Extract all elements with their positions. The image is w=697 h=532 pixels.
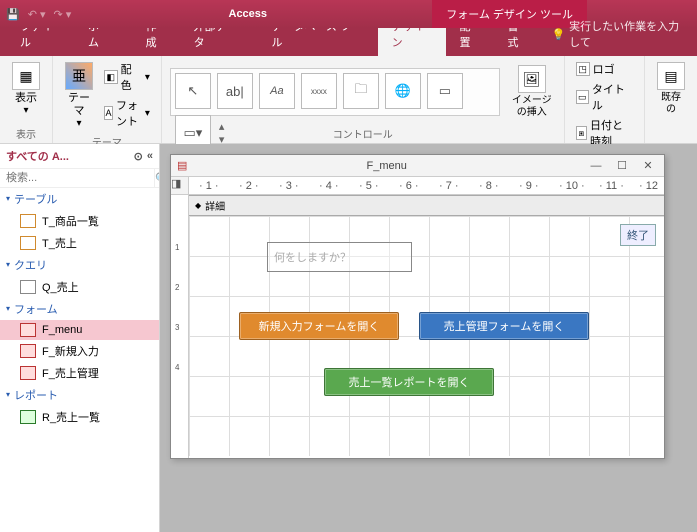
logo-button[interactable]: ◳ロゴ	[573, 60, 636, 78]
tab-icon[interactable]: 🗀	[343, 73, 379, 109]
ruler-corner[interactable]: ◨	[171, 177, 189, 195]
nav-item[interactable]: F_新規入力	[0, 340, 159, 362]
form-titlebar[interactable]: ▤ F_menu — ☐ ✕	[171, 155, 664, 177]
group-theme: 亜 テーマ▾ ◧配色 ▾ Aフォント ▾ テーマ	[53, 56, 162, 143]
chevron-down-icon[interactable]: «	[147, 150, 153, 163]
search-input[interactable]	[0, 169, 154, 187]
ribbon-tabs: ファイル ホーム 作成 外部データ データベース ツール デザイン 配置 書式 …	[0, 28, 697, 56]
view-button[interactable]: ▦ 表示▾	[8, 60, 44, 119]
close-button[interactable]: ✕	[638, 159, 658, 172]
nav-search: 🔍	[0, 169, 159, 188]
view-icon: ▦	[12, 62, 40, 90]
textbox-icon[interactable]: ab|	[217, 73, 253, 109]
ribbon: ▦ 表示▾ 表示 亜 テーマ▾ ◧配色 ▾ Aフォント ▾ テーマ ↖ ab| …	[0, 56, 697, 144]
form-title: F_menu	[193, 160, 580, 172]
nav-header[interactable]: すべての A... ⊙ «	[0, 144, 159, 169]
h-ruler: ◨ · 1 ·· 2 ·· 3 ·· 4 ·· 5 ·· 6 ·· 7 ·· 8…	[171, 177, 664, 195]
nav-item[interactable]: T_商品一覧	[0, 210, 159, 232]
tell-me[interactable]: 💡実行したい作業を入力して	[541, 12, 697, 56]
design-surface[interactable]: 詳細 何をしますか？ 終了 新規入力フォームを開く 売上管理フォームを開く 売上…	[189, 195, 664, 458]
link-icon[interactable]: 🌐	[385, 73, 421, 109]
nav-item[interactable]: R_売上一覧	[0, 406, 159, 428]
fonts-button[interactable]: Aフォント ▾	[101, 96, 153, 130]
button-icon[interactable]: xxxx	[301, 73, 337, 109]
image-icon: 🖼	[518, 65, 546, 93]
redo-icon[interactable]: ↷ ▾	[54, 8, 72, 21]
nav-group-forms[interactable]: フォーム	[0, 298, 159, 320]
nav-icon[interactable]: ▭	[427, 73, 463, 109]
form-icon: ▤	[177, 159, 187, 172]
form-icon	[20, 323, 36, 337]
workspace: すべての A... ⊙ « 🔍 テーブル T_商品一覧 T_売上 クエリ Q_売…	[0, 144, 697, 532]
title-button[interactable]: ▭タイトル	[573, 80, 636, 114]
nav-group-tables[interactable]: テーブル	[0, 188, 159, 210]
nav-group-reports[interactable]: レポート	[0, 384, 159, 406]
open-sales-mgmt-button[interactable]: 売上管理フォームを開く	[419, 312, 589, 340]
undo-icon[interactable]: ↶ ▾	[28, 8, 46, 21]
nav-item[interactable]: T_売上	[0, 232, 159, 254]
report-icon	[20, 410, 36, 424]
detail-grid[interactable]: 何をしますか？ 終了 新規入力フォームを開く 売上管理フォームを開く 売上一覧レ…	[189, 216, 664, 456]
v-ruler: 1234	[171, 195, 189, 458]
group-view: ▦ 表示▾ 表示	[0, 56, 53, 143]
exit-button[interactable]: 終了	[620, 224, 656, 246]
design-canvas: ▤ F_menu — ☐ ✕ ◨ · 1 ·· 2 ·· 3 ·· 4 ·· 5…	[160, 144, 697, 532]
existing-fields-button[interactable]: ▤ 既存の	[653, 60, 689, 118]
nav-item[interactable]: F_売上管理	[0, 362, 159, 384]
controls-gallery[interactable]: ↖ ab| Aa xxxx 🗀 🌐 ▭ ▭▾ ▴▾	[170, 68, 500, 116]
group-tools: ▤ 既存の	[645, 56, 697, 143]
select-tool-icon[interactable]: ↖	[175, 73, 211, 109]
save-icon[interactable]: 💾	[6, 8, 20, 21]
logo-icon: ◳	[576, 62, 590, 76]
prompt-label[interactable]: 何をしますか？	[267, 242, 412, 272]
theme-button[interactable]: 亜 テーマ▾	[61, 60, 97, 132]
date-icon: ⧆	[576, 126, 587, 140]
form-icon	[20, 344, 36, 358]
form-icon	[20, 366, 36, 380]
theme-icon: 亜	[65, 62, 93, 90]
fields-icon: ▤	[657, 62, 685, 90]
insert-image-button[interactable]: 🖼 イメージ の挿入	[508, 63, 556, 121]
palette-icon: ◧	[104, 70, 118, 84]
table-icon	[20, 214, 36, 228]
open-new-input-button[interactable]: 新規入力フォームを開く	[239, 312, 399, 340]
label-icon[interactable]: Aa	[259, 73, 295, 109]
form-window: ▤ F_menu — ☐ ✕ ◨ · 1 ·· 2 ·· 3 ·· 4 ·· 5…	[170, 154, 665, 459]
section-header-detail[interactable]: 詳細	[189, 195, 664, 216]
minimize-button[interactable]: —	[586, 160, 606, 172]
colors-button[interactable]: ◧配色 ▾	[101, 60, 153, 94]
font-icon: A	[104, 106, 113, 120]
bulb-icon: 💡	[551, 28, 565, 41]
nav-pane: すべての A... ⊙ « 🔍 テーブル T_商品一覧 T_売上 クエリ Q_売…	[0, 144, 160, 532]
open-sales-report-button[interactable]: 売上一覧レポートを開く	[324, 368, 494, 396]
title-icon: ▭	[576, 90, 589, 104]
nav-item[interactable]: Q_売上	[0, 276, 159, 298]
group-controls: ↖ ab| Aa xxxx 🗀 🌐 ▭ ▭▾ ▴▾ 🖼 イメージ の挿入 コント…	[162, 56, 565, 143]
nav-item[interactable]: F_menu	[0, 320, 159, 340]
nav-group-queries[interactable]: クエリ	[0, 254, 159, 276]
table-icon	[20, 236, 36, 250]
collapse-icon[interactable]: ⊙	[134, 150, 143, 163]
maximize-button[interactable]: ☐	[612, 159, 632, 172]
query-icon	[20, 280, 36, 294]
group-headerfooter: ◳ロゴ ▭タイトル ⧆日付と時刻 ヘッダー/フッター	[565, 56, 645, 143]
app-title: Access	[229, 8, 268, 20]
